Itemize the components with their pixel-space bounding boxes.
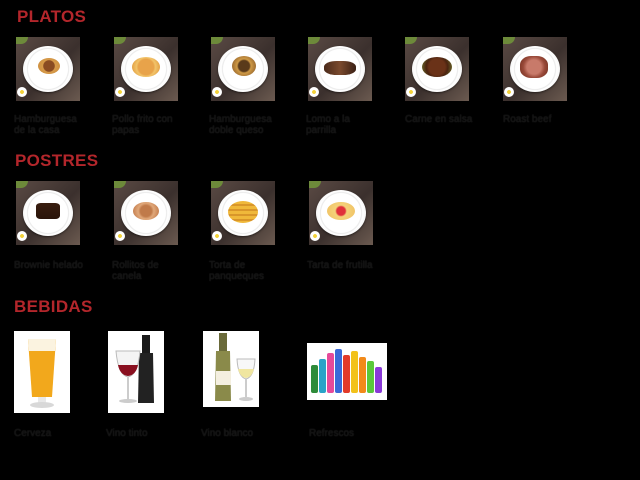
fried-chicken-plate-icon[interactable]: [114, 37, 178, 101]
postres-caption-1: Brownie helado: [14, 260, 83, 271]
leaf-decoration: [16, 37, 28, 44]
strawberry-tart-plate-icon[interactable]: [309, 181, 373, 245]
flower-decoration: [212, 87, 222, 97]
leaf-decoration: [405, 37, 417, 44]
postres-caption-3: Torta de panqueques: [209, 260, 265, 282]
platos-caption-3: Hamburguesa doble queso: [209, 114, 272, 136]
platos-caption-4: Lomo a la parrilla: [306, 114, 350, 136]
tart-food: [327, 202, 355, 220]
bebidas-caption-3: Vino blanco: [201, 428, 254, 439]
platos-caption-5: Carne en salsa: [405, 114, 473, 125]
flower-decoration: [504, 87, 514, 97]
beer-glass-graphic: [28, 339, 56, 408]
soft-drinks-icon[interactable]: [307, 343, 387, 400]
leaf-decoration: [503, 37, 515, 44]
red-wine-icon[interactable]: [108, 331, 164, 413]
leaf-decoration: [114, 37, 126, 44]
leaf-decoration: [211, 181, 223, 188]
soft-drinks-graphic: [311, 349, 382, 393]
platos-caption-6: Roast beef: [503, 114, 552, 125]
brownie-plate-icon[interactable]: [16, 181, 80, 245]
steak-food: [324, 61, 356, 75]
roast-beef-food: [520, 56, 548, 78]
leaf-decoration: [211, 37, 223, 44]
white-wine-icon[interactable]: [203, 331, 259, 407]
flower-decoration: [115, 87, 125, 97]
bebidas-caption-2: Vino tinto: [106, 428, 148, 439]
section-title-postres: POSTRES: [15, 151, 99, 170]
meat-food: [422, 57, 452, 77]
platos-caption-1: Hamburguesa de la casa: [14, 114, 77, 136]
meat-sauce-plate-icon[interactable]: [405, 37, 469, 101]
platos-caption-2: Pollo frito con papas: [112, 114, 173, 136]
pancakes-plate-icon[interactable]: [211, 181, 275, 245]
postres-caption-4: Tarta de frutilla: [307, 260, 373, 271]
flower-decoration: [17, 87, 27, 97]
flower-decoration: [115, 231, 125, 241]
cinnamon-rolls-plate-icon[interactable]: [114, 181, 178, 245]
flower-decoration: [17, 231, 27, 241]
pancakes-food: [228, 201, 258, 223]
flower-decoration: [406, 87, 416, 97]
flower-decoration: [310, 231, 320, 241]
section-title-bebidas: BEBIDAS: [14, 297, 93, 316]
burger-food: [232, 56, 256, 76]
flower-decoration: [212, 231, 222, 241]
leaf-decoration: [114, 181, 126, 188]
leaf-decoration: [309, 181, 321, 188]
rolls-food: [133, 202, 159, 220]
brownie-food: [36, 203, 60, 219]
burger-plate-icon[interactable]: [16, 37, 80, 101]
flower-decoration: [309, 87, 319, 97]
white-wine-graphic: [215, 333, 256, 401]
chicken-food: [132, 57, 160, 77]
bebidas-caption-1: Cerveza: [14, 428, 52, 439]
bebidas-caption-4: Refrescos: [309, 428, 355, 439]
beer-glass-icon[interactable]: [14, 331, 70, 413]
leaf-decoration: [16, 181, 28, 188]
grilled-steak-plate-icon[interactable]: [308, 37, 372, 101]
burger-food: [38, 58, 60, 74]
roast-beef-plate-icon[interactable]: [503, 37, 567, 101]
double-burger-plate-icon[interactable]: [211, 37, 275, 101]
section-title-platos: PLATOS: [17, 7, 87, 26]
postres-caption-2: Rollitos de canela: [112, 260, 159, 282]
leaf-decoration: [308, 37, 320, 44]
red-wine-graphic: [115, 335, 154, 403]
